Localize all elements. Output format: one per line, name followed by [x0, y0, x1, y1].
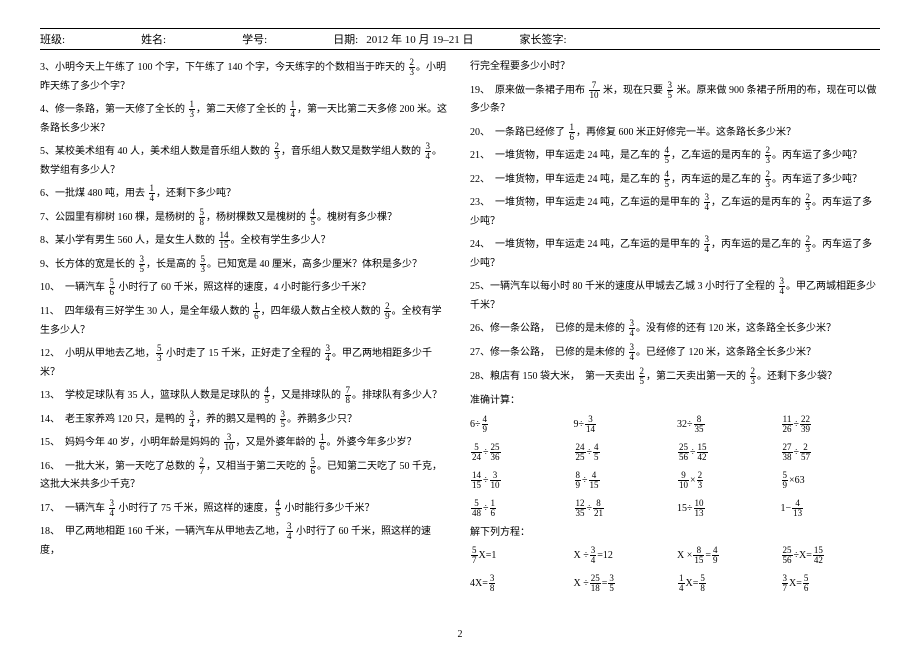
eq-cell: 37X=56 [781, 574, 881, 593]
eq-cell: X ÷2518=35 [574, 574, 674, 593]
problem-23: 23、 一堆货物，甲车运走 24 吨，乙车运的是甲车的 34，乙车运的是丙车的 … [470, 193, 880, 231]
calc-cell: 1235÷821 [574, 499, 674, 518]
problem-27: 27、修一条公路， 已修的是未修的 34。已经修了 120 米，这条路全长多少米… [470, 343, 880, 363]
content-columns: 3、小明今天上午练了 100 个字，下午练了 140 个字，今天练字的个数相当于… [40, 54, 880, 622]
problem-18-cont: 行完全程要多少小时？ [470, 58, 880, 77]
eq-grid: 57X=1 X ÷34=12 X ×815=49 2556÷X=1542 4X=… [470, 546, 880, 593]
problem-24: 24、 一堆货物，甲车运走 24 吨，乙车运的是甲车的 34，丙车运的是乙车的 … [470, 235, 880, 273]
problem-8: 8、某小学有男生 560 人，是女生人数的 1415。全校有学生多少人？ [40, 231, 450, 251]
problem-3: 3、小明今天上午练了 100 个字，下午练了 140 个字，今天练字的个数相当于… [40, 58, 450, 96]
calc-cell: 2425÷45 [574, 443, 674, 462]
calc-cell: 6÷49 [470, 415, 570, 434]
problem-17: 17、 一辆汽车 34 小时行了 75 千米，照这样的速度，45 小时能行多少千… [40, 499, 450, 519]
calc-cell: 32÷835 [677, 415, 777, 434]
eq-cell: 4X=38 [470, 574, 570, 593]
calc-title: 准确计算： [470, 392, 880, 411]
calc-cell: 9÷314 [574, 415, 674, 434]
calc-cell: 89÷415 [574, 471, 674, 490]
problem-18: 18、 甲乙两地相距 160 千米，一辆汽车从甲地去乙地，34 小时行了 60 … [40, 522, 450, 560]
problem-26: 26、修一条公路， 已修的是未修的 34。没有修的还有 120 米，这条路全长多… [470, 319, 880, 339]
problem-14: 14、 老王家养鸡 120 只，是鸭的 34，养的鹅又是鸭的 35。养鹅多少只？ [40, 410, 450, 430]
eq-cell: 14X=58 [677, 574, 777, 593]
problem-21: 21、 一堆货物，甲车运走 24 吨，是乙车的 45，乙车运的是丙车的 23。丙… [470, 146, 880, 166]
problem-25: 25、一辆汽车以每小时 80 千米的速度从甲城去乙城 3 小时行了全程的 34。… [470, 277, 880, 315]
calc-grid: 6÷49 9÷314 32÷835 1126÷2239 524÷2536 242… [470, 415, 880, 518]
calc-cell: 524÷2536 [470, 443, 570, 462]
calc-cell: 1−413 [781, 499, 881, 518]
problem-20: 20、 一条路已经修了 16，再修复 600 米正好修完一半。这条路长多少米？ [470, 123, 880, 143]
problem-6: 6、一批煤 480 吨，用去 14，还剩下多少吨？ [40, 184, 450, 204]
calc-cell: 1415÷310 [470, 471, 570, 490]
problem-15: 15、 妈妈今年 40 岁，小明年龄是妈妈的 310，又是外婆年龄的 16。外婆… [40, 433, 450, 453]
eq-cell: X ×815=49 [677, 546, 777, 565]
eq-cell: 2556÷X=1542 [781, 546, 881, 565]
calc-cell: 2738÷257 [781, 443, 881, 462]
problem-13: 13、 学校足球队有 35 人，篮球队人数是足球队的 45，又是排球队的 78。… [40, 386, 450, 406]
eq-cell: 57X=1 [470, 546, 570, 565]
problem-7: 7、公园里有柳树 160 棵，是杨树的 58，杨树棵数又是槐树的 45。槐树有多… [40, 208, 450, 228]
sign-label: 家长签字: [520, 31, 567, 47]
page-header: 班级: 姓名: 学号: 日期: 2012 年 10 月 19–21 日 家长签字… [40, 28, 880, 50]
calc-cell: 910×23 [677, 471, 777, 490]
left-column: 3、小明今天上午练了 100 个字，下午练了 140 个字，今天练字的个数相当于… [40, 54, 450, 622]
problem-16: 16、 一批大米，第一天吃了总数的 27，又相当于第二天吃的 56。已知第二天吃… [40, 457, 450, 495]
calc-cell: 2556÷1542 [677, 443, 777, 462]
class-label: 班级: [40, 31, 65, 47]
calc-cell: 59×63 [781, 471, 881, 490]
eq-title: 解下列方程： [470, 524, 880, 543]
problem-9: 9、长方体的宽是长的 35，长是高的 53。已知宽是 40 厘米，高多少厘米？体… [40, 255, 450, 275]
problem-22: 22、 一堆货物，甲车运走 24 吨，是乙车的 45，丙车运的是乙车的 23。丙… [470, 170, 880, 190]
calc-cell: 15÷1013 [677, 499, 777, 518]
problem-5: 5、某校美术组有 40 人，美术组人数是音乐组人数的 23，音乐组人数又是数学组… [40, 142, 450, 180]
date-value: 2012 年 10 月 19–21 日 [366, 31, 473, 47]
problem-28: 28、粮店有 150 袋大米， 第一天卖出 25，第二天卖出第一天的 23。还剩… [470, 367, 880, 387]
problem-10: 10、 一辆汽车 56 小时行了 60 千米，照这样的速度，4 小时能行多少千米… [40, 278, 450, 298]
id-label: 学号: [242, 31, 267, 47]
calc-cell: 548÷16 [470, 499, 570, 518]
right-column: 行完全程要多少小时？ 19、 原来做一条裙子用布 710 米，现在只要 35 米… [470, 54, 880, 622]
problem-11: 11、 四年级有三好学生 30 人，是全年级人数的 16，四年级人数占全校人数的… [40, 302, 450, 340]
name-label: 姓名: [141, 31, 166, 47]
problem-12: 12、 小明从甲地去乙地，53 小时走了 15 千米，正好走了全程的 34。甲乙… [40, 344, 450, 382]
calc-cell: 1126÷2239 [781, 415, 881, 434]
eq-cell: X ÷34=12 [574, 546, 674, 565]
page-number: 2 [0, 629, 920, 640]
date-label: 日期: [333, 31, 358, 47]
problem-4: 4、修一条路，第一天修了全长的 13，第二天修了全长的 14，第一天比第二天多修… [40, 100, 450, 138]
problem-19: 19、 原来做一条裙子用布 710 米，现在只要 35 米。原来做 900 条裙… [470, 81, 880, 119]
